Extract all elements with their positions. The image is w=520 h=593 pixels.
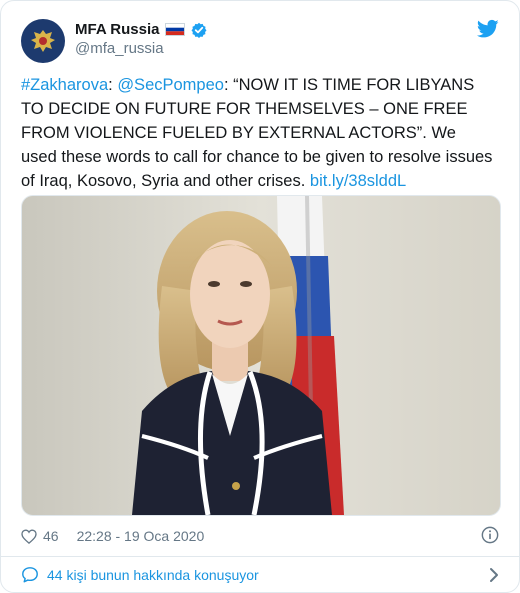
twitter-bird-icon[interactable] bbox=[477, 19, 499, 39]
display-name-row[interactable]: MFA Russia bbox=[75, 21, 207, 38]
russia-flag-icon bbox=[165, 23, 186, 36]
account-handle[interactable]: @mfa_russia bbox=[75, 40, 207, 57]
tweet-photo[interactable] bbox=[21, 195, 501, 516]
verified-badge-icon bbox=[191, 22, 207, 38]
tweet-meta: 46 22:28 - 19 Oca 2020 bbox=[21, 525, 499, 547]
photo-spokesperson-image bbox=[22, 196, 500, 515]
tweet-card[interactable]: MFA Russia @mfa_russia #Zakharova: @SecP… bbox=[0, 0, 520, 593]
heart-icon bbox=[21, 528, 37, 544]
tweet-header: MFA Russia @mfa_russia bbox=[21, 19, 499, 63]
display-name[interactable]: MFA Russia bbox=[75, 21, 159, 38]
conversation-label[interactable]: 44 kişi bunun hakkında konuşuyor bbox=[47, 567, 259, 583]
like-count: 46 bbox=[43, 528, 59, 544]
account-names: MFA Russia @mfa_russia bbox=[75, 21, 207, 57]
coat-of-arms-icon bbox=[31, 30, 55, 52]
like-action[interactable]: 46 bbox=[21, 528, 59, 544]
hashtag-link[interactable]: #Zakharova bbox=[21, 76, 108, 94]
divider bbox=[1, 556, 519, 557]
chevron-right-icon[interactable] bbox=[489, 567, 499, 583]
avatar[interactable] bbox=[21, 19, 65, 63]
short-url-link[interactable]: bit.ly/38slddL bbox=[310, 172, 406, 190]
conversation-link[interactable]: 44 kişi bunun hakkında konuşuyor bbox=[21, 561, 499, 589]
text-separator: : bbox=[108, 76, 118, 94]
speech-bubble-icon bbox=[22, 567, 38, 583]
tweet-timestamp[interactable]: 22:28 - 19 Oca 2020 bbox=[77, 528, 205, 544]
tweet-text: #Zakharova: @SecPompeo: “NOW IT IS TIME … bbox=[21, 73, 493, 193]
info-icon[interactable] bbox=[481, 526, 499, 544]
mention-link[interactable]: @SecPompeo bbox=[117, 76, 224, 94]
